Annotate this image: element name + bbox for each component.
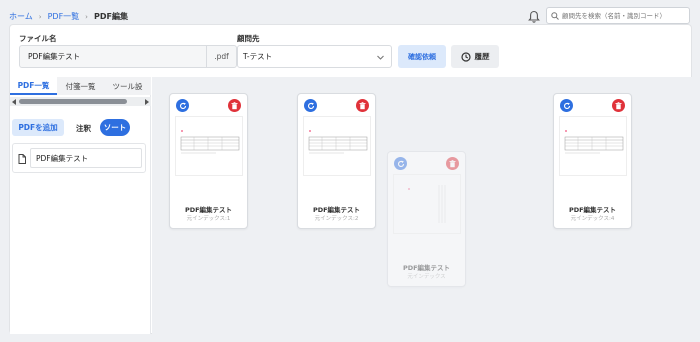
breadcrumb-separator: › [85,12,88,21]
page-card-dragging[interactable]: PDF編集テスト 元インデックス [387,151,466,287]
rotate-icon [179,102,186,109]
page-name: PDF編集テスト [402,264,451,272]
page-name: PDF編集テスト [184,206,233,214]
bell-icon[interactable] [528,9,540,23]
page-card[interactable]: PDF編集テスト 元インデックス:2 [297,93,376,229]
main-panel: ファイル名 PDF編集テスト .pdf 顧問先 T-テスト 確認依頼 履歴 PD… [9,24,692,334]
rotate-button[interactable] [560,99,573,112]
sort-toggle-button[interactable]: ソート [100,119,130,136]
delete-button[interactable] [228,99,241,112]
add-pdf-button[interactable]: PDFを追加 [12,119,64,136]
pdf-page-canvas: PDF編集テスト 元インデックス:1 PDF編集テスト 元インデックス:2 PD… [152,77,692,334]
client-select-value: T-テスト [243,52,273,61]
rotate-button[interactable] [394,157,407,170]
list-item[interactable]: PDF編集テスト [12,143,146,173]
scrollbar-thumb[interactable] [19,99,127,104]
filename-extension: .pdf [206,46,236,67]
page-card[interactable]: PDF編集テスト 元インデックス:1 [169,93,248,229]
sidebar: PDF一覧 付箋一覧 ツール設 PDFを追加 注釈 ソート PDF編集テスト [10,77,151,334]
rotate-icon [397,160,404,167]
clock-icon [460,51,471,62]
tabs-scrollbar[interactable] [10,97,151,106]
confirm-request-button[interactable]: 確認依頼 [398,45,446,68]
file-name-field[interactable]: PDF編集テスト [30,148,142,168]
rotate-button[interactable] [304,99,317,112]
client-select[interactable]: T-テスト [237,45,392,68]
delete-button[interactable] [446,157,459,170]
page-thumbnail [393,174,461,234]
page-original-index: 元インデックス:4 [570,216,615,222]
page-thumbnail [559,116,627,176]
client-label: 顧問先 [237,34,260,43]
filename-label: ファイル名 [19,34,57,43]
breadcrumb-pdf-list[interactable]: PDF一覧 [48,11,80,22]
page-card[interactable]: PDF編集テスト 元インデックス:4 [553,93,632,229]
trash-icon [231,101,238,109]
breadcrumb-home[interactable]: ホーム [9,11,33,22]
breadcrumb-current: PDF編集 [93,12,128,21]
rotate-button[interactable] [176,99,189,112]
breadcrumb-separator: › [38,12,42,21]
trash-icon [449,159,456,167]
document-icon [18,154,26,164]
sidebar-tabs: PDF一覧 付箋一覧 ツール設 [10,77,151,95]
page-thumbnail [303,116,371,176]
tab-tool-settings[interactable]: ツール設 [104,77,151,95]
trash-icon [359,101,366,109]
page-name: PDF編集テスト [312,206,361,214]
page-original-index: 元インデックス:1 [186,216,231,222]
delete-button[interactable] [612,99,625,112]
page-name: PDF編集テスト [568,206,617,214]
search-input[interactable] [562,11,689,20]
rotate-icon [307,102,314,109]
annotation-label: 注釈 [76,124,91,133]
rotate-icon [563,102,570,109]
delete-button[interactable] [356,99,369,112]
page-original-index: 元インデックス:2 [314,216,359,222]
page-thumbnail [175,116,243,176]
chevron-down-icon [377,55,384,60]
trash-icon [615,101,622,109]
history-button-label: 履歴 [474,52,490,61]
page-original-index: 元インデックス [407,274,446,280]
filename-field[interactable]: PDF編集テスト .pdf [19,45,237,68]
search-box[interactable] [546,7,690,24]
search-icon [551,11,559,20]
scroll-left-icon[interactable] [12,99,17,105]
breadcrumb: ホーム › PDF一覧 › PDF編集 [9,11,128,22]
tab-pdf-list[interactable]: PDF一覧 [10,77,57,95]
filename-input[interactable]: PDF編集テスト [20,51,206,62]
scroll-right-icon[interactable] [144,99,149,105]
tab-sticky-notes[interactable]: 付箋一覧 [57,77,104,95]
history-button[interactable]: 履歴 [451,45,499,68]
